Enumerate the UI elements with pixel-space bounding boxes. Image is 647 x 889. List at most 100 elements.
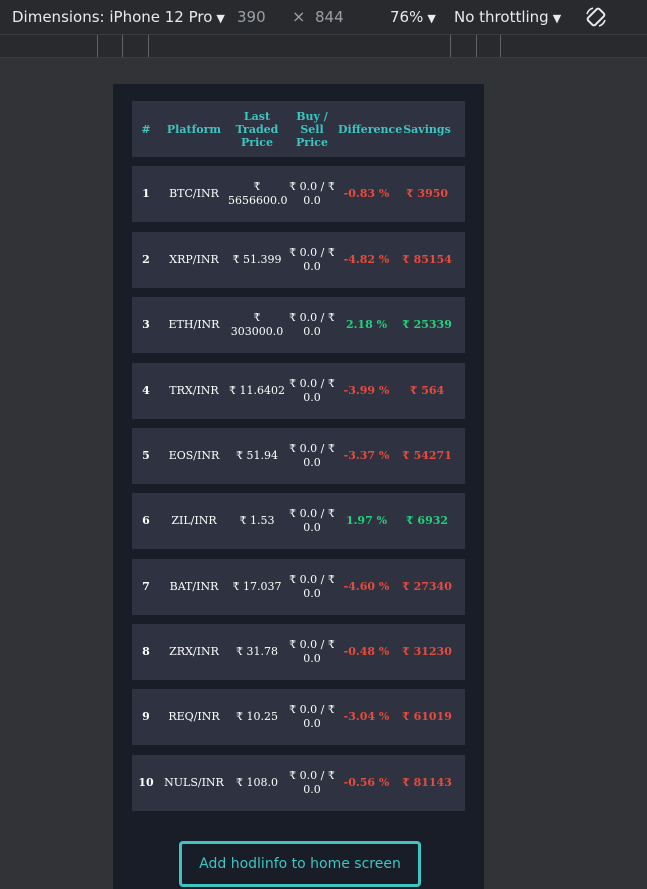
add-to-home-screen-button[interactable]: Add hodlinfo to home screen (179, 841, 421, 887)
row-buy-sell-price: ₹ 0.0 / ₹ 0.0 (289, 442, 335, 469)
row-last-traded-price: ₹ 108.0 (236, 776, 278, 789)
row-last-traded-price: ₹ 303000.0 (230, 311, 284, 338)
row-buy-sell-price: ₹ 0.0 / ₹ 0.0 (289, 377, 335, 404)
ruler-tick (476, 35, 477, 57)
devtools-device-toolbar: Dimensions: iPhone 12 Pro ▼ 390 × 844 76%… (0, 0, 647, 35)
ruler-tick (450, 35, 451, 57)
throttle-label: No throttling (454, 8, 549, 26)
dropdown-caret-icon: ▼ (427, 12, 436, 25)
row-last-traded-price: ₹ 10.25 (236, 710, 278, 723)
throttle-select[interactable]: No throttling ▼ (454, 8, 561, 26)
row-buy-sell-price: ₹ 0.0 / ₹ 0.0 (289, 180, 335, 207)
row-difference: -0.56 % (343, 776, 390, 789)
row-difference: -3.99 % (343, 384, 390, 397)
height-input[interactable]: 844 (315, 8, 344, 26)
row-number: 7 (142, 580, 150, 593)
zoom-select[interactable]: 76% ▼ (390, 8, 436, 26)
row-platform: BAT/INR (169, 580, 219, 593)
row-savings: ₹ 25339 (402, 318, 452, 331)
header-difference: Difference (338, 122, 403, 136)
row-difference: -0.83 % (343, 187, 390, 200)
row-platform: ETH/INR (168, 318, 220, 331)
width-input[interactable]: 390 (237, 8, 266, 26)
row-last-traded-price: ₹ 11.6402 (229, 384, 285, 397)
row-buy-sell-price: ₹ 0.0 / ₹ 0.0 (289, 703, 335, 730)
header-last-traded-price: Last Traded Price (235, 109, 279, 149)
device-viewport: # Platform Last Traded Price Buy / Sell … (113, 84, 484, 889)
row-savings: ₹ 6932 (405, 514, 449, 527)
row-savings: ₹ 27340 (402, 580, 452, 593)
row-difference: 1.97 % (345, 514, 388, 527)
row-platform: TRX/INR (169, 384, 219, 397)
row-savings: ₹ 85154 (402, 253, 452, 266)
row-buy-sell-price: ₹ 0.0 / ₹ 0.0 (289, 638, 335, 665)
header-buy-sell-price: Buy / Sell Price (296, 109, 328, 149)
row-platform: ZIL/INR (171, 514, 217, 527)
row-number: 8 (142, 645, 150, 658)
table-row: 5 EOS/INR ₹ 51.94 ₹ 0.0 / ₹ 0.0 -3.37 % … (132, 428, 465, 484)
row-difference: -3.37 % (343, 449, 390, 462)
row-last-traded-price: ₹ 17.037 (232, 580, 282, 593)
device-select-label: Dimensions: iPhone 12 Pro (12, 8, 213, 26)
row-difference: -4.82 % (343, 253, 390, 266)
row-savings: ₹ 61019 (402, 710, 452, 723)
table-row: 9 REQ/INR ₹ 10.25 ₹ 0.0 / ₹ 0.0 -3.04 % … (132, 689, 465, 745)
row-platform: EOS/INR (168, 449, 220, 462)
table-row: 2 XRP/INR ₹ 51.399 ₹ 0.0 / ₹ 0.0 -4.82 %… (132, 232, 465, 288)
table-header: # Platform Last Traded Price Buy / Sell … (132, 101, 465, 157)
row-number: 9 (142, 710, 150, 723)
row-savings: ₹ 81143 (402, 776, 452, 789)
device-select[interactable]: Dimensions: iPhone 12 Pro ▼ (12, 8, 225, 26)
times-icon: × (292, 7, 306, 26)
header-savings: Savings (403, 122, 451, 136)
row-platform: REQ/INR (168, 710, 220, 723)
table-row: 4 TRX/INR ₹ 11.6402 ₹ 0.0 / ₹ 0.0 -3.99 … (132, 363, 465, 419)
row-buy-sell-price: ₹ 0.0 / ₹ 0.0 (289, 573, 335, 600)
row-last-traded-price: ₹ 51.399 (232, 253, 282, 266)
header-number: # (141, 122, 151, 136)
row-number: 4 (142, 384, 150, 397)
row-savings: ₹ 564 (409, 384, 445, 397)
row-last-traded-price: ₹ 1.53 (239, 514, 275, 527)
row-number: 2 (142, 253, 150, 266)
row-buy-sell-price: ₹ 0.0 / ₹ 0.0 (289, 769, 335, 796)
table-row: 1 BTC/INR ₹ 5656600.0 ₹ 0.0 / ₹ 0.0 -0.8… (132, 166, 465, 222)
row-platform: NULS/INR (164, 776, 224, 789)
row-savings: ₹ 31230 (402, 645, 452, 658)
table-row: 3 ETH/INR ₹ 303000.0 ₹ 0.0 / ₹ 0.0 2.18 … (132, 297, 465, 353)
dropdown-caret-icon: ▼ (552, 12, 562, 25)
zoom-label: 76% (390, 8, 424, 26)
row-difference: 2.18 % (345, 318, 388, 331)
row-buy-sell-price: ₹ 0.0 / ₹ 0.0 (289, 246, 335, 273)
table-row: 8 ZRX/INR ₹ 31.78 ₹ 0.0 / ₹ 0.0 -0.48 % … (132, 624, 465, 680)
row-platform: XRP/INR (169, 253, 219, 266)
row-difference: -4.60 % (343, 580, 390, 593)
ruler-tick (122, 35, 123, 57)
row-number: 5 (142, 449, 150, 462)
row-number: 3 (142, 318, 150, 331)
ruler-tick (500, 35, 501, 57)
row-platform: ZRX/INR (169, 645, 219, 658)
row-buy-sell-price: ₹ 0.0 / ₹ 0.0 (289, 311, 335, 338)
row-last-traded-price: ₹ 31.78 (236, 645, 278, 658)
ruler-tick (148, 35, 149, 57)
table-row: 10 NULS/INR ₹ 108.0 ₹ 0.0 / ₹ 0.0 -0.56 … (132, 755, 465, 811)
row-last-traded-price: ₹ 51.94 (236, 449, 278, 462)
rotate-device-icon[interactable] (584, 5, 608, 33)
row-number: 6 (142, 514, 150, 527)
row-last-traded-price: ₹ 5656600.0 (228, 180, 288, 207)
row-buy-sell-price: ₹ 0.0 / ₹ 0.0 (289, 507, 335, 534)
row-number: 10 (138, 776, 154, 789)
header-platform: Platform (166, 122, 222, 136)
media-query-ruler[interactable] (0, 35, 647, 58)
table-row: 6 ZIL/INR ₹ 1.53 ₹ 0.0 / ₹ 0.0 1.97 % ₹ … (132, 493, 465, 549)
row-difference: -3.04 % (343, 710, 390, 723)
row-platform: BTC/INR (169, 187, 219, 200)
ruler-tick (97, 35, 98, 57)
row-difference: -0.48 % (343, 645, 390, 658)
table-row: 7 BAT/INR ₹ 17.037 ₹ 0.0 / ₹ 0.0 -4.60 %… (132, 559, 465, 615)
row-number: 1 (142, 187, 150, 200)
row-savings: ₹ 54271 (402, 449, 452, 462)
row-savings: ₹ 3950 (405, 187, 449, 200)
dropdown-caret-icon: ▼ (216, 12, 225, 25)
